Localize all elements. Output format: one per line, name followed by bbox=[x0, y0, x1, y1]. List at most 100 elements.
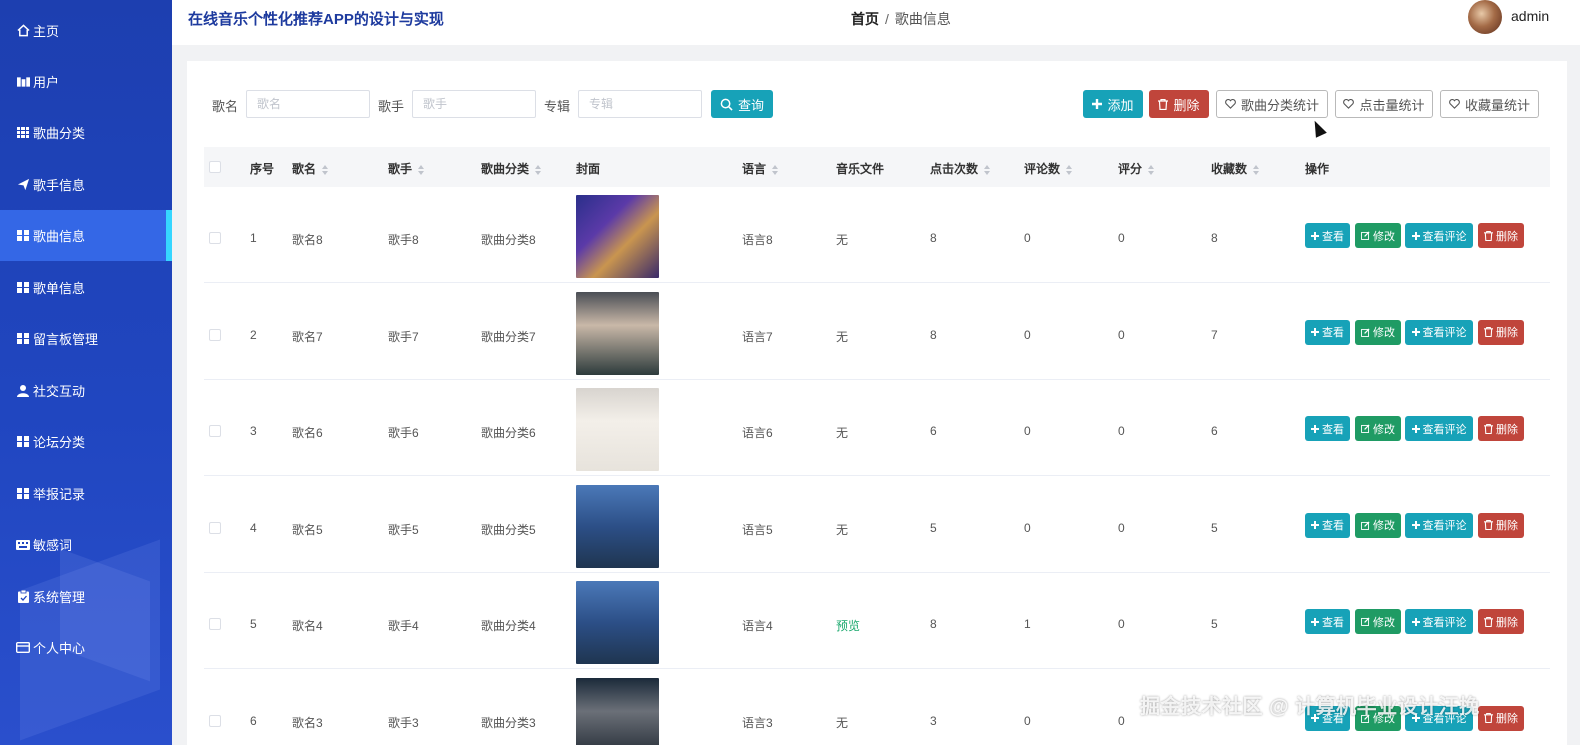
click-stats-label: 点击量统计 bbox=[1359, 97, 1425, 113]
cell-favorites: 6 bbox=[1211, 424, 1218, 438]
album-label: 专辑 bbox=[544, 99, 571, 114]
row-checkbox[interactable] bbox=[209, 521, 221, 534]
breadcrumb-home[interactable]: 首页 bbox=[851, 11, 879, 27]
avatar[interactable] bbox=[1468, 0, 1502, 34]
row-delete-button[interactable]: 删除 bbox=[1478, 319, 1524, 345]
grid-icon bbox=[16, 281, 30, 295]
row-delete-button[interactable]: 删除 bbox=[1478, 609, 1524, 634]
plus-icon bbox=[1411, 424, 1420, 433]
favorite-stats-button[interactable]: 收藏量统计 bbox=[1440, 90, 1539, 118]
cell-index: 4 bbox=[250, 520, 257, 535]
col-singer[interactable]: 歌手 bbox=[388, 160, 425, 177]
content-card: 歌名 歌手 专辑 查询 添加 删除 歌曲分类统计 点击量统计 收藏量统计 bbox=[187, 61, 1567, 745]
edit-icon bbox=[1361, 424, 1370, 433]
cell-clicks: 8 bbox=[930, 617, 937, 631]
sidebar-item-song-info[interactable]: 歌曲信息 bbox=[0, 210, 172, 261]
col-comments-label: 评论数 bbox=[1024, 162, 1061, 176]
col-language[interactable]: 语言 bbox=[742, 160, 779, 177]
sort-icon[interactable] bbox=[535, 164, 542, 175]
heart-icon bbox=[1449, 99, 1460, 109]
grid-icon bbox=[16, 229, 30, 243]
view-comments-button[interactable]: 查看评论 bbox=[1405, 512, 1473, 538]
click-stats-button[interactable]: 点击量统计 bbox=[1335, 90, 1433, 118]
sidebar-item-home[interactable]: 主页 bbox=[0, 5, 172, 56]
username[interactable]: admin bbox=[1511, 8, 1549, 24]
view-button[interactable]: 查看 bbox=[1305, 319, 1350, 345]
edit-icon bbox=[1361, 617, 1370, 626]
cover-image bbox=[576, 677, 659, 745]
view-comments-button[interactable]: 查看评论 bbox=[1405, 319, 1473, 345]
view-button[interactable]: 查看 bbox=[1305, 223, 1350, 248]
edit-button[interactable]: 修改 bbox=[1355, 512, 1401, 538]
row-checkbox[interactable] bbox=[209, 714, 221, 727]
search-button[interactable]: 查询 bbox=[711, 90, 773, 118]
row-delete-button[interactable]: 删除 bbox=[1478, 416, 1524, 441]
sidebar-item-message-board[interactable]: 留言板管理 bbox=[0, 313, 172, 364]
sort-icon[interactable] bbox=[984, 164, 991, 175]
sidebar-item-playlist-info[interactable]: 歌单信息 bbox=[0, 262, 172, 313]
sidebar-item-song-category[interactable]: 歌曲分类 bbox=[0, 107, 172, 158]
sort-icon[interactable] bbox=[1253, 164, 1260, 175]
edit-button[interactable]: 修改 bbox=[1355, 223, 1401, 248]
view-button[interactable]: 查看 bbox=[1305, 512, 1350, 538]
plus-icon bbox=[1311, 424, 1319, 433]
col-category[interactable]: 歌曲分类 bbox=[481, 160, 542, 177]
col-song[interactable]: 歌名 bbox=[292, 160, 329, 177]
row-checkbox[interactable] bbox=[209, 618, 221, 630]
cell-clicks: 6 bbox=[930, 424, 937, 438]
edit-button-label: 修改 bbox=[1373, 520, 1395, 532]
plus-icon bbox=[1311, 521, 1319, 529]
singer-input[interactable] bbox=[412, 90, 536, 118]
row-checkbox[interactable] bbox=[209, 232, 221, 244]
category-stats-button[interactable]: 歌曲分类统计 bbox=[1216, 90, 1328, 118]
cell-favorites: 5 bbox=[1211, 520, 1218, 535]
row-delete-button[interactable]: 删除 bbox=[1478, 512, 1524, 538]
cell-music-file[interactable]: 预览 bbox=[836, 617, 860, 634]
view-button-label: 查看 bbox=[1322, 520, 1344, 532]
sidebar-item-reports[interactable]: 举报记录 bbox=[0, 468, 172, 519]
edit-button[interactable]: 修改 bbox=[1355, 609, 1401, 634]
cell-rating: 0 bbox=[1118, 713, 1125, 728]
cell-comments: 1 bbox=[1024, 617, 1031, 631]
view-comments-button[interactable]: 查看评论 bbox=[1405, 609, 1473, 634]
sort-icon[interactable] bbox=[322, 164, 329, 175]
user-icon bbox=[16, 384, 30, 398]
sort-icon[interactable] bbox=[1148, 164, 1155, 175]
view-button[interactable]: 查看 bbox=[1305, 609, 1350, 634]
sidebar-item-label: 举报记录 bbox=[33, 487, 86, 502]
view-comments-button[interactable]: 查看评论 bbox=[1405, 223, 1473, 248]
sort-icon[interactable] bbox=[418, 164, 425, 175]
cell-index: 3 bbox=[250, 424, 257, 438]
table-header: 序号 歌名 歌手 歌曲分类 封面 语言 音乐文件 点击次数 评论数 评分 收藏数… bbox=[204, 147, 1550, 187]
col-favorites[interactable]: 收藏数 bbox=[1211, 160, 1260, 177]
view-button[interactable]: 查看 bbox=[1305, 416, 1350, 441]
row-delete-button[interactable]: 删除 bbox=[1478, 705, 1524, 731]
delete-button[interactable]: 删除 bbox=[1149, 90, 1209, 118]
row-checkbox[interactable] bbox=[209, 425, 221, 437]
sort-icon[interactable] bbox=[1066, 164, 1073, 175]
col-rating[interactable]: 评分 bbox=[1118, 160, 1155, 177]
sidebar-item-singer-info[interactable]: 歌手信息 bbox=[0, 159, 172, 210]
album-input[interactable] bbox=[578, 90, 702, 118]
sidebar-item-social[interactable]: 社交互动 bbox=[0, 365, 172, 416]
edit-button[interactable]: 修改 bbox=[1355, 416, 1401, 441]
sidebar-item-profile[interactable]: 个人中心 bbox=[0, 622, 172, 673]
sidebar-item-sensitive-words[interactable]: 敏感词 bbox=[0, 519, 172, 570]
edit-button[interactable]: 修改 bbox=[1355, 319, 1401, 345]
view-button-label: 查看 bbox=[1322, 327, 1344, 339]
view-comments-button[interactable]: 查看评论 bbox=[1405, 416, 1473, 441]
select-all-checkbox[interactable] bbox=[209, 161, 221, 173]
song-name-input[interactable] bbox=[246, 90, 370, 118]
add-button[interactable]: 添加 bbox=[1083, 90, 1143, 118]
sidebar-item-system[interactable]: 系统管理 bbox=[0, 571, 172, 622]
sidebar-item-label: 论坛分类 bbox=[33, 435, 86, 450]
col-clicks[interactable]: 点击次数 bbox=[930, 160, 991, 177]
row-checkbox[interactable] bbox=[209, 328, 221, 341]
cell-clicks: 8 bbox=[930, 231, 937, 245]
cell-language: 语言8 bbox=[742, 233, 773, 247]
sort-icon[interactable] bbox=[772, 164, 779, 175]
sidebar-item-users[interactable]: 用户 bbox=[0, 56, 172, 107]
row-delete-button[interactable]: 删除 bbox=[1478, 223, 1524, 248]
col-comments[interactable]: 评论数 bbox=[1024, 160, 1073, 177]
sidebar-item-forum-category[interactable]: 论坛分类 bbox=[0, 416, 172, 467]
